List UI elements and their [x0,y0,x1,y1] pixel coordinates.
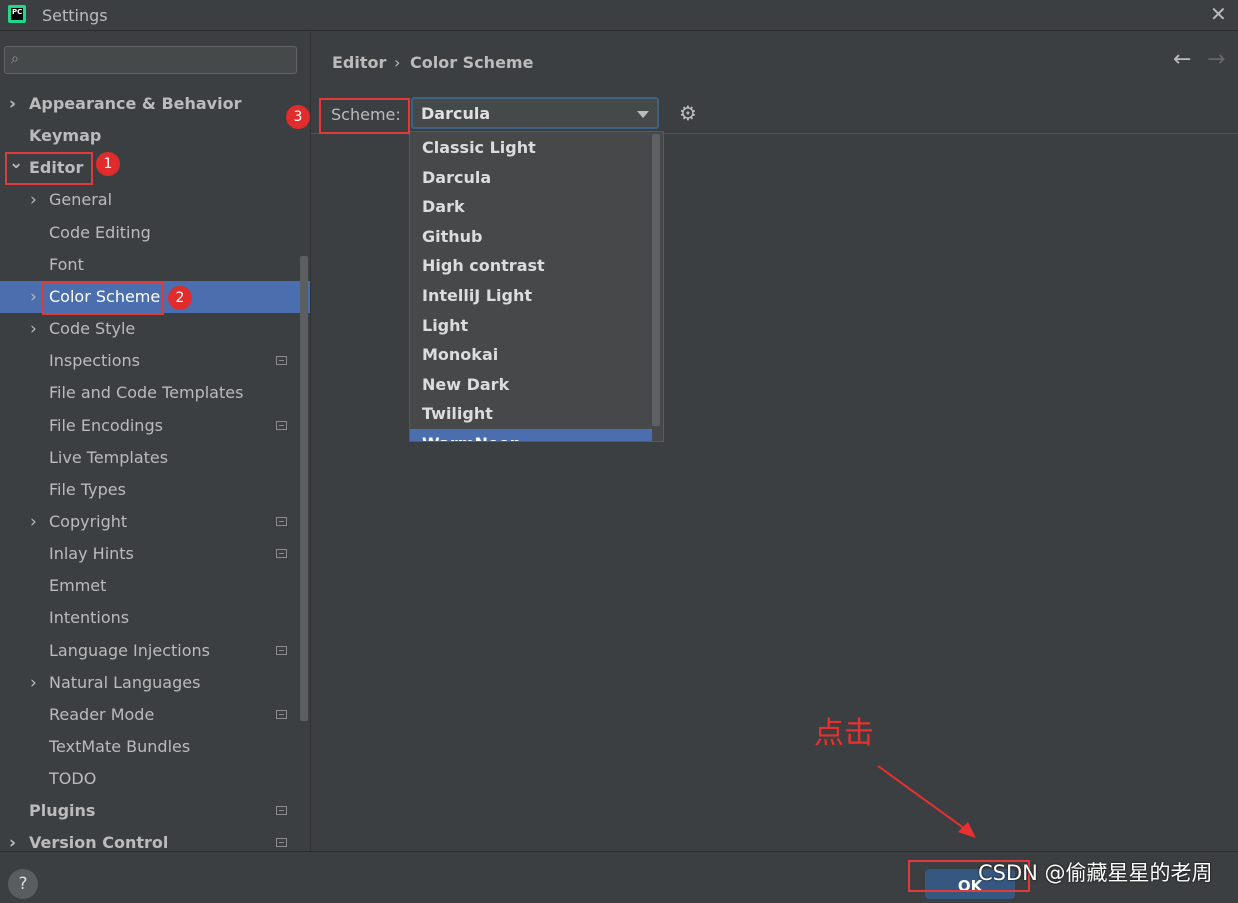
pycharm-logo-icon: PC [8,5,26,23]
scheme-option-intellij-light[interactable]: IntelliJ Light [410,281,652,311]
search-icon: ⌕ [11,51,19,67]
sidebar-item-inspections[interactable]: Inspections [0,345,298,377]
search-input[interactable]: ⌕ [4,46,297,74]
scheme-option-new-dark[interactable]: New Dark [410,370,652,400]
sidebar-item-label: TODO [49,769,97,789]
sidebar-item-label: Copyright [49,511,128,531]
sidebar-item-label: Inspections [49,351,140,371]
sidebar-item-inlay-hints[interactable]: Inlay Hints [0,538,298,570]
sidebar-item-label: Code Style [49,319,136,339]
sidebar-item-label: Font [49,254,84,274]
chevron-right-icon[interactable]: › [9,827,16,851]
forward-arrow-icon[interactable]: → [1207,47,1225,72]
project-level-icon [276,806,287,816]
sidebar-item-textmate-bundles[interactable]: TextMate Bundles [0,731,298,763]
sidebar-item-label: Natural Languages [49,672,201,692]
sidebar-item-label: Keymap [29,126,102,146]
project-level-icon [276,709,287,719]
sidebar-item-todo[interactable]: TODO [0,763,298,795]
sidebar-item-label: Emmet [49,576,107,596]
project-level-icon [276,420,287,430]
scheme-option-light[interactable]: Light [410,311,652,341]
scheme-option-github[interactable]: Github [410,222,652,252]
sidebar-item-label: Reader Mode [49,704,155,724]
title-bar: PC Settings ✕ [0,0,1238,31]
scheme-dropdown[interactable]: Darcula [411,97,659,129]
scheme-selected-value: Darcula [421,104,491,123]
annotation-badge-3: 3 [286,105,310,129]
breadcrumb-editor[interactable]: Editor [332,53,386,72]
sidebar-item-file-and-code-templates[interactable]: File and Code Templates [0,377,298,409]
sidebar-item-label: Language Injections [49,640,210,660]
sidebar-item-version-control[interactable]: › Version Control [0,827,298,851]
project-level-icon [276,356,287,366]
sidebar-item-label: File and Code Templates [49,383,244,403]
scheme-option-classic-light[interactable]: Classic Light [410,133,652,163]
scheme-options-popup: Classic Light Darcula Dark Github High contr… [409,131,664,442]
sidebar-item-label: File Types [49,479,126,499]
popup-scrollbar[interactable] [652,134,660,426]
sidebar-item-file-encodings[interactable]: File Encodings [0,410,298,442]
sidebar-item-code-style[interactable]: › Code Style [0,313,298,345]
chevron-right-icon[interactable]: › [30,281,37,313]
sidebar-item-appearance-behavior[interactable]: › Appearance & Behavior [0,88,298,120]
breadcrumb-color-scheme: Color Scheme [410,53,534,72]
sidebar-item-natural-languages[interactable]: › Natural Languages [0,667,298,699]
window-title: Settings [42,6,108,25]
sidebar-item-label: Appearance & Behavior [29,94,242,113]
sidebar-item-label: TextMate Bundles [49,737,191,756]
project-level-icon [276,645,287,655]
chevron-right-icon[interactable]: › [30,184,37,216]
annotation-box-editor [5,152,93,185]
scheme-option-high-contrast[interactable]: High contrast [410,251,652,281]
sidebar-item-label: File Encodings [49,415,163,435]
gear-icon[interactable]: ⚙ [679,101,697,125]
sidebar-item-font[interactable]: Font [0,249,298,281]
chevron-right-icon[interactable]: › [9,88,16,120]
annotation-box-color-scheme [42,281,164,315]
sidebar-item-label: Intentions [49,608,130,628]
logo-text: PC [12,8,23,16]
sidebar-item-emmet[interactable]: Emmet [0,570,298,602]
sidebar-item-code-editing[interactable]: Code Editing [0,217,298,249]
sidebar-item-live-templates[interactable]: Live Templates [0,442,298,474]
scheme-option-twilight[interactable]: Twilight [410,399,652,429]
chevron-right-icon[interactable]: › [30,667,37,699]
back-arrow-icon[interactable]: ← [1173,47,1191,72]
chevron-right-icon[interactable]: › [30,506,37,538]
scheme-option-dark[interactable]: Dark [410,192,652,222]
watermark: CSDN @偷藏星星的老周 [978,861,1213,885]
scheme-option-monokai[interactable]: Monokai [410,340,652,370]
sidebar-item-label: Live Templates [49,447,169,467]
project-level-icon [276,549,287,559]
project-level-icon [276,838,287,848]
annotation-badge-1: 1 [96,152,120,176]
sidebar-item-plugins[interactable]: Plugins [0,795,298,827]
sidebar-item-copyright[interactable]: › Copyright [0,506,298,538]
scheme-option-warmneon[interactable]: WarmNeon [410,429,652,441]
annotation-click-text: 点击 [814,716,874,751]
sidebar-item-language-injections[interactable]: Language Injections [0,635,298,667]
annotation-arrow [877,765,976,838]
sidebar-item-reader-mode[interactable]: Reader Mode [0,699,298,731]
sidebar-item-label: Inlay Hints [49,544,134,564]
help-button[interactable]: ? [8,869,38,899]
sidebar-item-intentions[interactable]: Intentions [0,602,298,634]
sidebar-item-label: General [49,190,113,210]
project-level-icon [276,516,287,526]
sidebar-item-label: Plugins [29,801,96,821]
sidebar-item-general[interactable]: › General [0,184,298,216]
annotation-badge-2: 2 [168,286,192,310]
sidebar-scrollbar[interactable] [300,256,308,721]
scheme-option-darcula[interactable]: Darcula [410,163,652,193]
sidebar-item-label: Code Editing [49,222,151,242]
breadcrumb-separator: › [394,53,401,72]
sidebar-item-file-types[interactable]: File Types [0,474,298,506]
close-icon[interactable]: ✕ [1210,2,1227,26]
chevron-right-icon[interactable]: › [30,313,37,345]
annotation-box-scheme [319,98,410,134]
sidebar-item-label: Version Control [29,833,169,851]
chevron-down-icon [637,111,649,118]
sidebar-item-keymap[interactable]: Keymap [0,120,298,152]
